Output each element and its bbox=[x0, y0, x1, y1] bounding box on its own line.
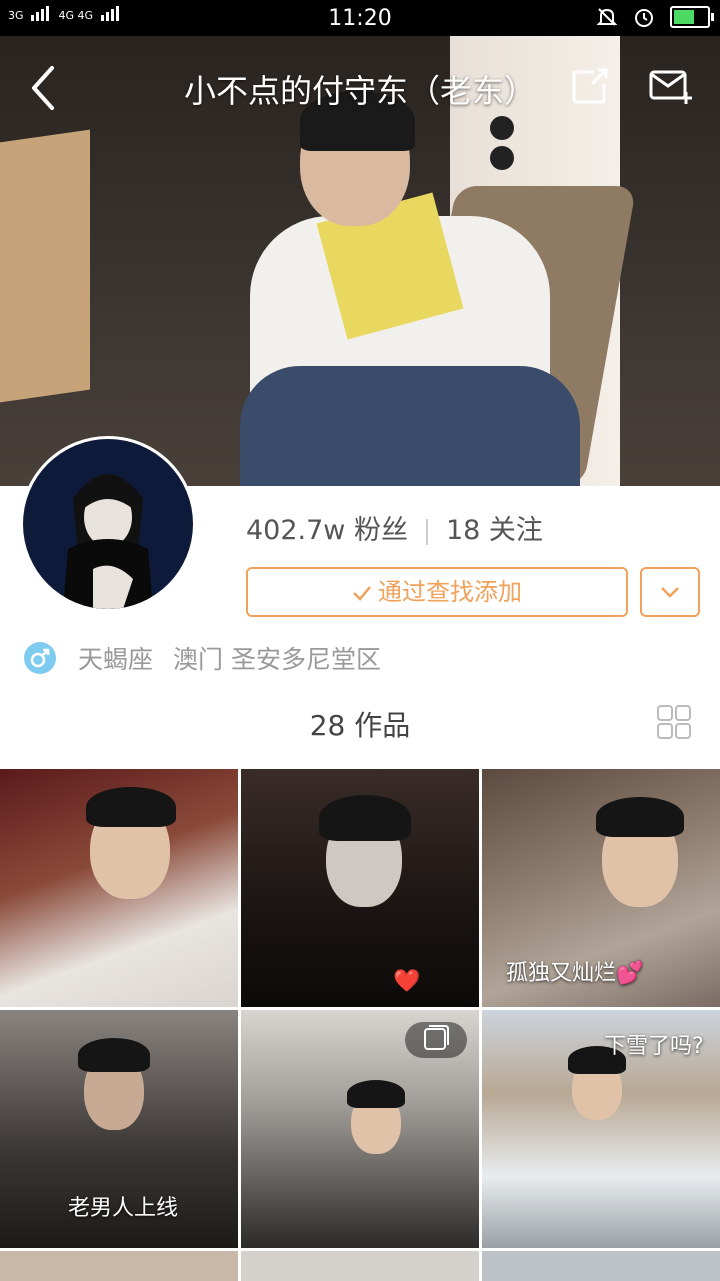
back-chevron-icon[interactable] bbox=[22, 62, 66, 114]
thumbnail-hair bbox=[596, 797, 684, 837]
work-thumbnail[interactable]: 老男人上线 bbox=[0, 1010, 238, 1248]
check-icon bbox=[353, 586, 371, 601]
thumbnail-hair bbox=[86, 787, 176, 827]
page-title: 小不点的付守东（老东） bbox=[183, 72, 536, 110]
location: 澳门 圣安多尼堂区 bbox=[173, 645, 381, 674]
heart-emoji-caption: ❤️ bbox=[393, 969, 421, 994]
work-thumbnail[interactable] bbox=[241, 1010, 479, 1248]
status-bar: 3G 4G 4G 11:20 bbox=[0, 0, 720, 36]
thumbnail-hair bbox=[347, 1080, 405, 1108]
stats-divider bbox=[425, 518, 428, 545]
add-message-icon[interactable] bbox=[648, 66, 694, 106]
grid-view-icon[interactable] bbox=[656, 704, 692, 740]
share-icon[interactable] bbox=[570, 66, 610, 106]
work-thumbnail[interactable]: 孤独又灿烂💕 bbox=[482, 769, 720, 1007]
cover-legs-shape bbox=[240, 366, 580, 486]
multi-photo-icon bbox=[424, 1025, 449, 1050]
fans-count[interactable]: 402.7w 粉丝 bbox=[246, 515, 408, 546]
profile-stats: 402.7w 粉丝 18 关注 bbox=[246, 508, 543, 547]
mute-bell-icon bbox=[596, 8, 618, 26]
avatar[interactable] bbox=[20, 436, 196, 612]
alarm-clock-icon bbox=[634, 9, 653, 27]
following-count[interactable]: 18 关注 bbox=[446, 515, 543, 546]
work-thumbnail[interactable] bbox=[0, 1251, 238, 1281]
thumbnail-hair bbox=[319, 795, 411, 841]
work-thumbnail[interactable] bbox=[482, 1251, 720, 1281]
work-thumbnail[interactable] bbox=[0, 769, 238, 1007]
more-dropdown-button[interactable] bbox=[640, 567, 700, 617]
work-thumbnail[interactable]: 下雪了吗? bbox=[482, 1010, 720, 1248]
battery-icon bbox=[670, 6, 714, 28]
avatar-illustration bbox=[23, 439, 193, 609]
constellation: 天蝎座 bbox=[78, 645, 154, 674]
thumbnail-caption: 下雪了吗? bbox=[604, 1034, 704, 1059]
thumbnail-caption: 孤独又灿烂💕 bbox=[506, 961, 644, 986]
chevron-down-icon bbox=[661, 587, 679, 598]
works-count: 28 作品 bbox=[309, 709, 411, 742]
cover-box-shape bbox=[0, 129, 90, 403]
multi-photo-badge bbox=[405, 1022, 467, 1058]
profile-info: 天蝎座 澳门 圣安多尼堂区 bbox=[24, 640, 401, 676]
work-thumbnail[interactable]: ❤️ bbox=[241, 769, 479, 1007]
follow-button-label: 通过查找添加 bbox=[378, 578, 522, 606]
work-thumbnail[interactable] bbox=[241, 1251, 479, 1281]
top-nav: 小不点的付守东（老东） bbox=[0, 36, 720, 140]
male-gender-icon bbox=[24, 642, 56, 674]
thumbnail-caption: 老男人上线 bbox=[68, 1196, 179, 1221]
thumbnail-hair bbox=[78, 1038, 150, 1072]
cover-dot bbox=[490, 146, 514, 170]
follow-button[interactable]: 通过查找添加 bbox=[246, 567, 628, 617]
